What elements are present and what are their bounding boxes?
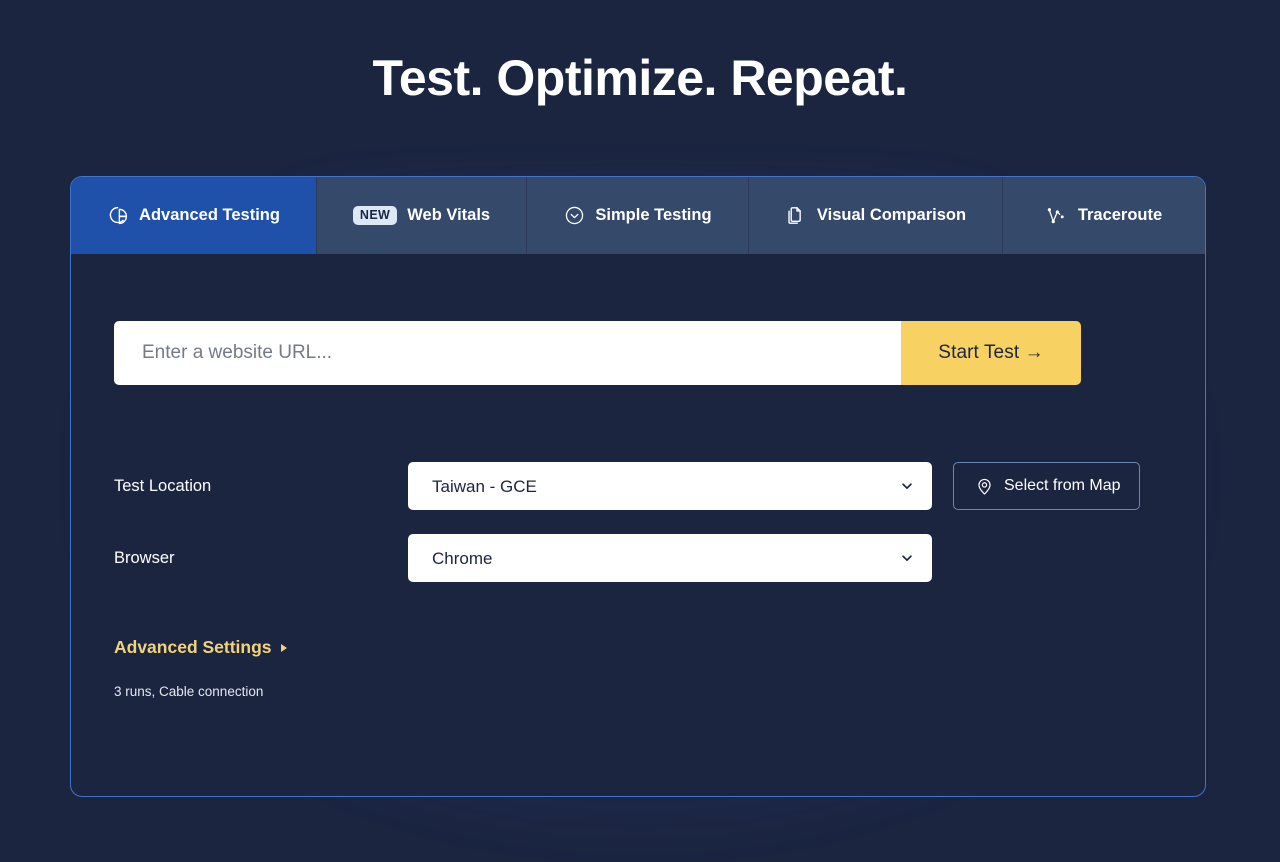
- tab-traceroute[interactable]: Traceroute: [1003, 177, 1205, 254]
- tab-visual-comparison[interactable]: Visual Comparison: [749, 177, 1003, 254]
- test-location-select[interactable]: Taiwan - GCE: [408, 462, 932, 510]
- test-location-row: Test Location Taiwan - GCE Select from M…: [114, 462, 1162, 510]
- card-body: Start Test → Test Location Taiwan - GCE: [71, 254, 1205, 699]
- test-location-select-wrap: Taiwan - GCE: [408, 462, 932, 510]
- tab-simple-testing[interactable]: Simple Testing: [527, 177, 749, 254]
- url-input[interactable]: [114, 321, 901, 385]
- tab-advanced-testing[interactable]: Advanced Testing: [71, 177, 317, 254]
- chevron-right-icon: [280, 643, 287, 652]
- advanced-settings-label: Advanced Settings: [114, 637, 272, 657]
- start-test-button[interactable]: Start Test →: [901, 321, 1081, 385]
- new-badge: NEW: [352, 206, 398, 225]
- tab-label-advanced-testing: Advanced Testing: [139, 206, 280, 224]
- tab-web-vitals[interactable]: NEW Web Vitals: [317, 177, 527, 254]
- advanced-settings-toggle[interactable]: Advanced Settings: [114, 637, 287, 658]
- tab-label-visual-comparison: Visual Comparison: [816, 206, 967, 224]
- select-from-map-label: Select from Map: [1004, 477, 1121, 494]
- browser-label: Browser: [114, 548, 175, 567]
- browser-select[interactable]: Chrome: [408, 534, 932, 582]
- url-form: Start Test →: [114, 321, 1081, 385]
- copy-pages-icon: [785, 205, 807, 227]
- tab-bar: Advanced Testing NEW Web Vitals Simple T…: [71, 177, 1205, 254]
- pie-chart-icon: [107, 205, 129, 227]
- network-route-icon: [1046, 205, 1068, 227]
- check-circle-icon: [563, 205, 585, 227]
- select-from-map-button[interactable]: Select from Map: [953, 462, 1141, 510]
- page-root: Test. Optimize. Repeat. Advanced Testing…: [0, 0, 1280, 862]
- testing-card: Advanced Testing NEW Web Vitals Simple T…: [70, 176, 1206, 797]
- tab-label-web-vitals: Web Vitals: [407, 206, 491, 224]
- map-pin-icon: [973, 475, 995, 497]
- tab-label-traceroute: Traceroute: [1077, 206, 1163, 224]
- test-location-label: Test Location: [114, 476, 212, 495]
- tab-label-simple-testing: Simple Testing: [595, 206, 712, 224]
- page-title: Test. Optimize. Repeat.: [372, 50, 908, 106]
- browser-row: Browser Chrome: [114, 534, 1162, 582]
- browser-select-wrap: Chrome: [408, 534, 932, 582]
- advanced-settings-summary: 3 runs, Cable connection: [114, 684, 264, 699]
